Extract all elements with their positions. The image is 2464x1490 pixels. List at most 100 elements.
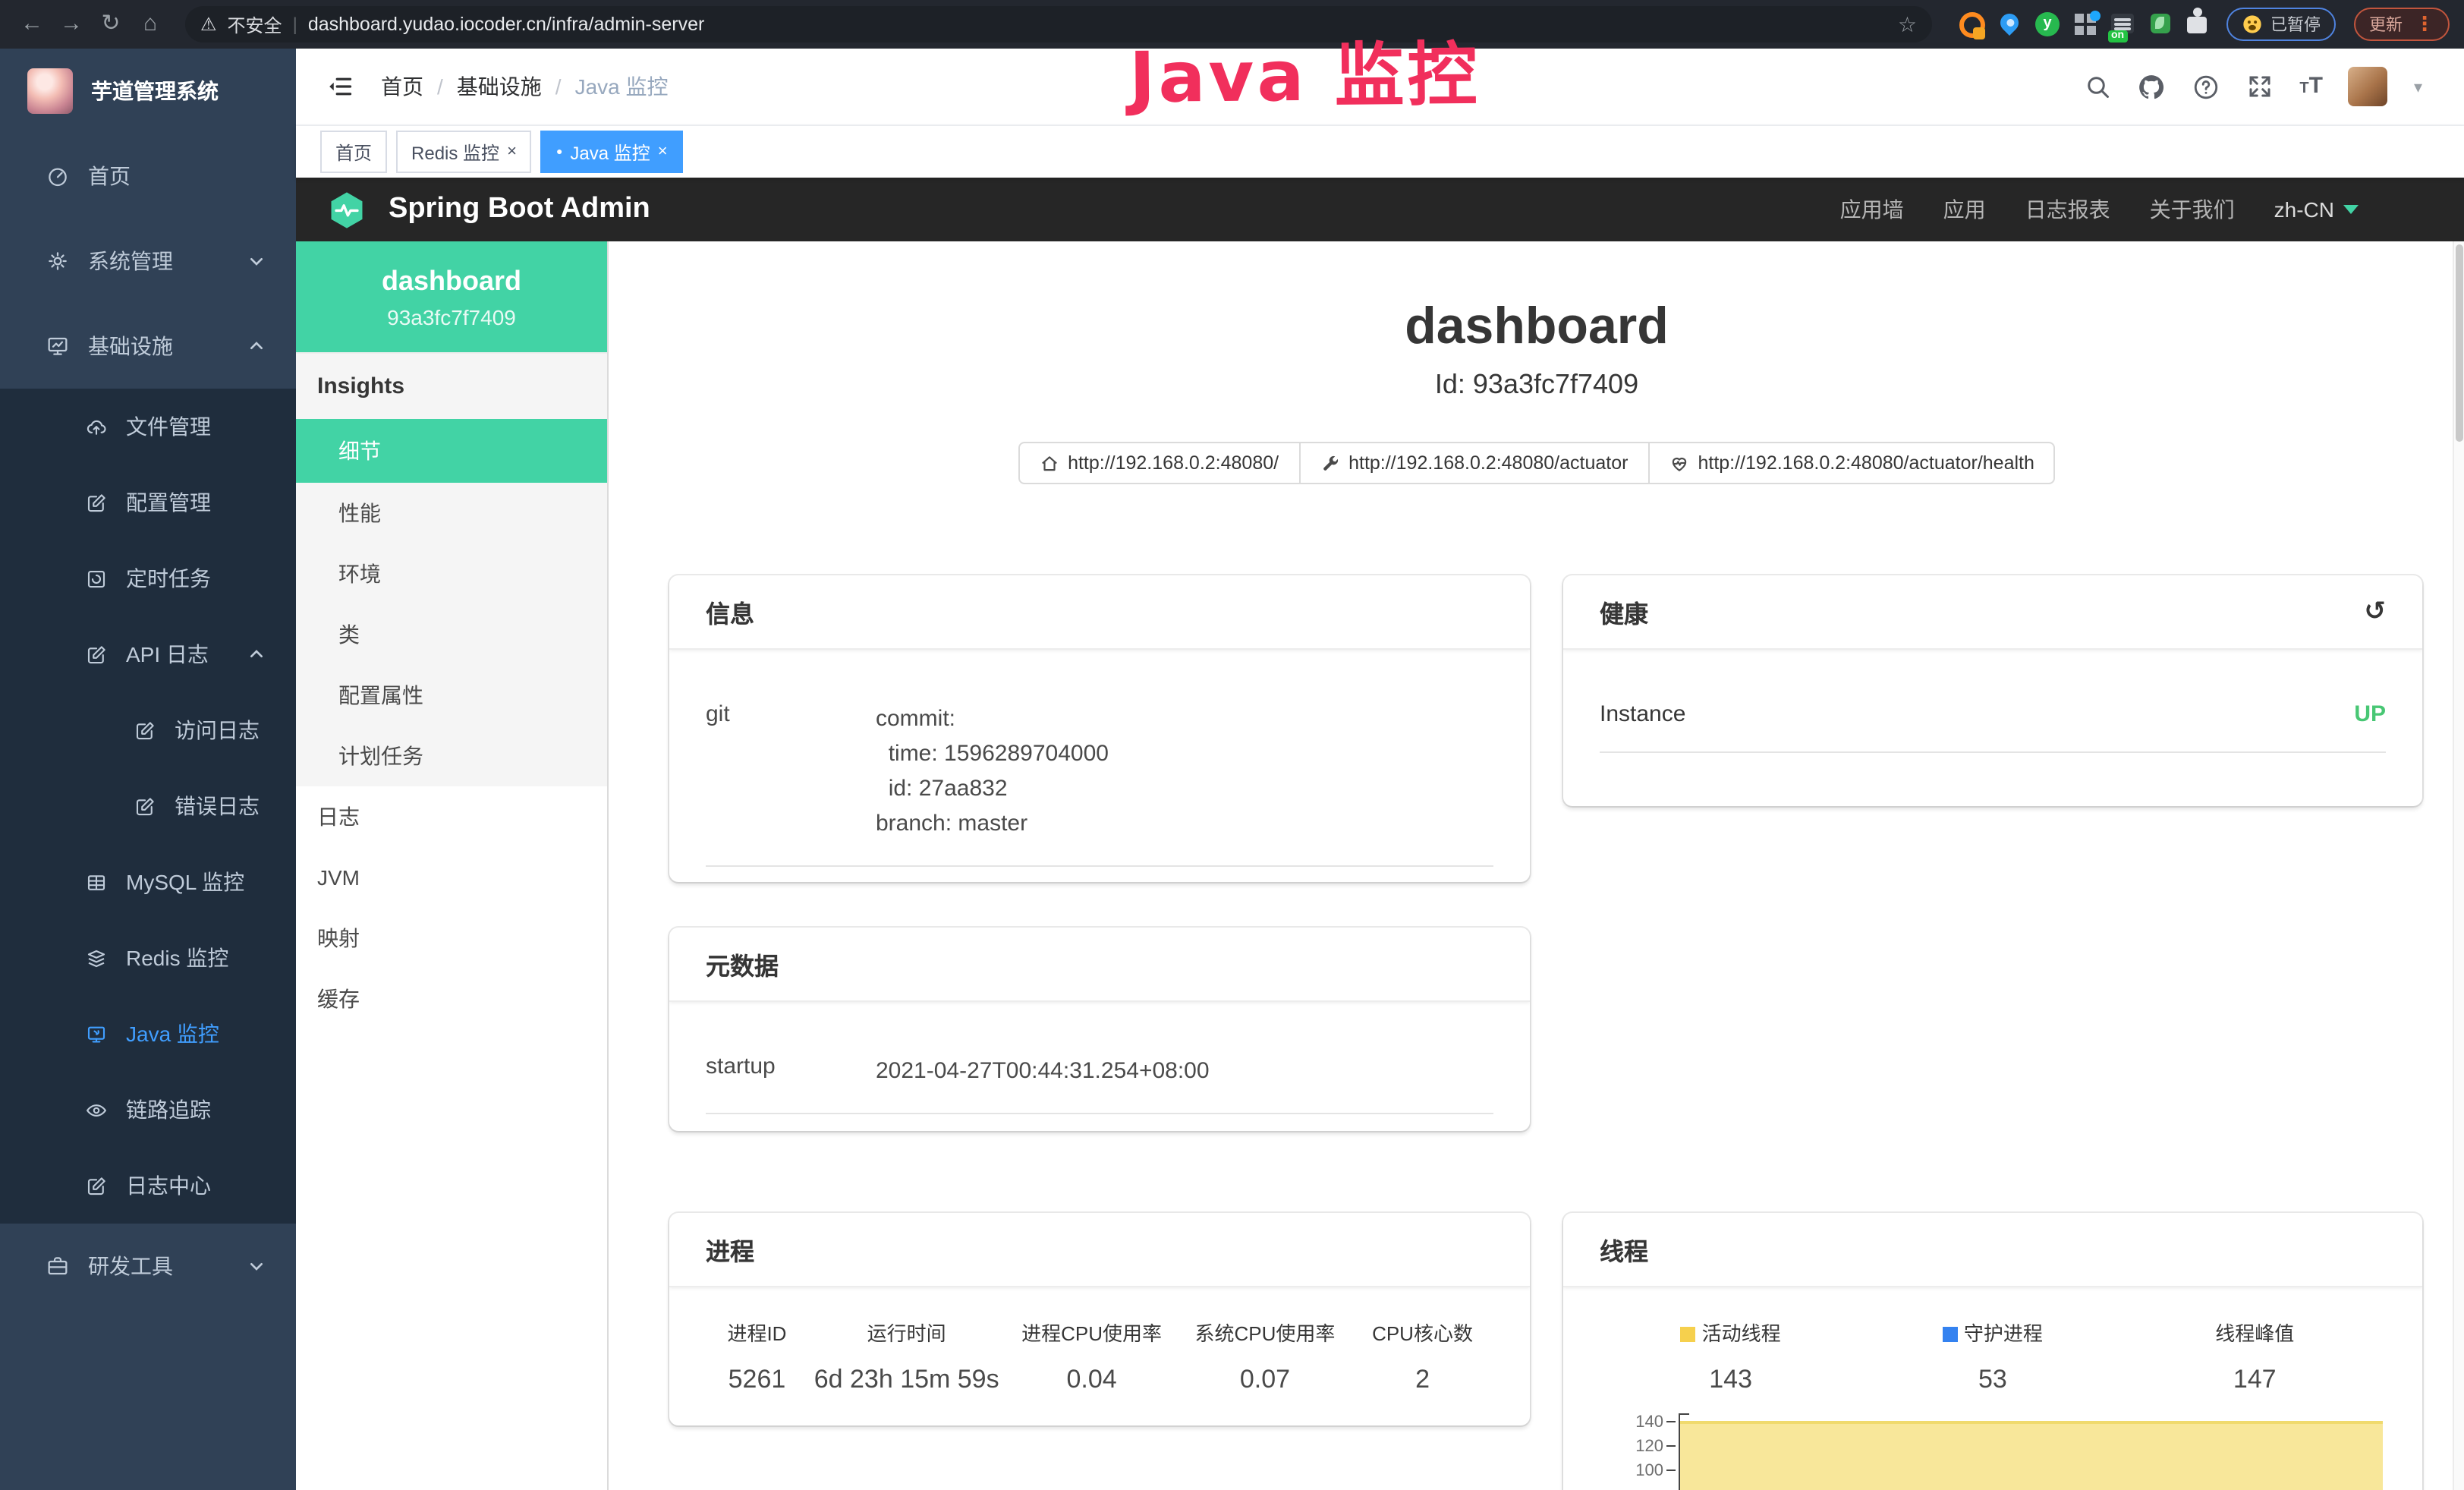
sidebar-item-tracing[interactable]: 链路追踪 [0,1072,296,1148]
process-value-system-cpu: 0.07 [1179,1365,1352,1395]
y-tick-120: 120 [1635,1438,1663,1456]
sba-menu-group-insights[interactable]: Insights [296,352,607,419]
sba-menu-jvm[interactable]: JVM [296,847,607,908]
browser-reload-icon[interactable]: ↻ [94,6,127,43]
eyedropper-extension-icon[interactable] [1959,12,1984,36]
switch-extension-icon[interactable]: on [2111,12,2135,36]
process-header-pid: 进程ID [706,1318,808,1347]
cloud-upload-icon [85,415,108,438]
user-menu-caret-icon[interactable]: ▾ [2414,77,2422,96]
tag-home[interactable]: 首页 [320,131,387,173]
help-icon[interactable] [2192,72,2220,101]
live-threads-area-series [1680,1421,2383,1490]
chevron-up-icon [244,642,269,666]
security-label[interactable]: 不安全 [228,11,282,37]
sba-locale-value: zh-CN [2274,197,2334,222]
sba-nav-about[interactable]: 关于我们 [2150,194,2235,225]
close-icon[interactable]: × [507,143,517,161]
sidebar-item-system-mgmt[interactable]: 系统管理 [0,219,296,304]
briefcase-icon [46,1254,70,1278]
sba-nav-journal[interactable]: 日志报表 [2025,194,2110,225]
breadcrumb-infrastructure[interactable]: 基础设施 [457,71,542,102]
sidebar-item-error-log[interactable]: 错误日志 [0,768,296,844]
history-icon[interactable]: ↺ [2365,597,2387,627]
sidebar-fold-icon[interactable] [326,73,354,100]
y-extension-icon[interactable]: y [2035,12,2060,36]
search-icon[interactable] [2084,73,2111,100]
sba-menu-caches[interactable]: 缓存 [296,969,607,1029]
browser-update-button[interactable]: 更新 ⋮ [2354,8,2450,41]
font-size-icon[interactable]: TT [2299,73,2323,100]
process-table: 进程ID5261 运行时间6d 23h 15m 59s 进程CPU使用率0.04… [706,1312,1493,1395]
process-card: 进程 进程ID5261 运行时间6d 23h 15m 59s 进程CPU使用率0… [669,1213,1530,1425]
tag-redis-monitor[interactable]: Redis 监控 × [396,131,532,173]
sba-menu-details[interactable]: 细节 [296,419,607,483]
pin-extension-icon[interactable] [1997,12,2022,36]
address-bar[interactable]: ⚠ 不安全 | dashboard.yudao.iocoder.cn/infra… [185,6,1932,43]
browser-menu-icon[interactable]: ⋮ [2415,12,2434,36]
github-icon[interactable] [2137,72,2166,101]
sba-menu-mappings[interactable]: 映射 [296,908,607,969]
legend-live-threads: 活动线程 [1600,1318,1861,1347]
close-icon[interactable]: × [658,143,668,161]
sba-nav-wallboard[interactable]: 应用墙 [1840,194,1904,225]
sba-menu-metrics[interactable]: 性能 [296,483,607,543]
sba-instance-id: 93a3fc7f7409 [305,305,598,329]
leaf-extension-icon[interactable] [2149,12,2173,36]
sidebar-item-label: 首页 [88,161,131,191]
sba-menu-environment[interactable]: 环境 [296,543,607,604]
process-value-cpu-cores: 2 [1352,1365,1493,1395]
instance-actuator-link[interactable]: http://192.168.0.2:48080/actuator [1298,442,1649,484]
browser-back-icon[interactable]: ← [15,6,49,43]
content-scrollbar[interactable] [2453,241,2464,1490]
sidebar-item-config-mgmt[interactable]: 配置管理 [0,465,296,540]
breadcrumb-home[interactable]: 首页 [381,71,423,102]
fullscreen-icon[interactable] [2246,73,2274,100]
sba-menu-scheduled-tasks[interactable]: 计划任务 [296,726,607,786]
sba-menu-classes[interactable]: 类 [296,604,607,665]
sba-menu-configprops[interactable]: 配置属性 [296,665,607,726]
grid-extension-icon[interactable] [2073,12,2097,36]
on-badge: on [2108,30,2127,43]
instance-health-link[interactable]: http://192.168.0.2:48080/actuator/health [1647,442,2055,484]
browser-home-icon[interactable]: ⌂ [134,6,167,43]
sba-menu-logs[interactable]: 日志 [296,786,607,847]
browser-forward-icon[interactable]: → [55,6,88,43]
insecure-warning-icon[interactable]: ⚠ [200,14,217,35]
sba-nav-applications[interactable]: 应用 [1943,194,1986,225]
link-label: http://192.168.0.2:48080/ [1068,452,1279,474]
tag-java-monitor[interactable]: ● Java 监控 × [541,131,683,173]
puzzle-extension-icon[interactable] [2187,12,2211,36]
sidebar-item-scheduled-jobs[interactable]: 定时任务 [0,540,296,616]
sidebar-item-java-monitor[interactable]: Java 监控 [0,996,296,1072]
kv-value: commit: time: 1596289704000 id: 27aa832 … [876,701,1493,841]
sidebar-item-dev-tools[interactable]: 研发工具 [0,1224,296,1309]
app-logo[interactable]: 芋道管理系统 [0,49,296,134]
sba-brand[interactable]: Spring Boot Admin [389,193,1825,226]
sidebar-item-mysql-monitor[interactable]: MySQL 监控 [0,844,296,920]
sba-locale-select[interactable]: zh-CN [2274,197,2359,222]
sidebar-item-access-log[interactable]: 访问日志 [0,692,296,768]
url-text[interactable]: dashboard.yudao.iocoder.cn/infra/admin-s… [308,14,1887,35]
gauge-icon [46,164,70,188]
metadata-card: 元数据 startup 2021-04-27T00:44:31.254+08:0… [669,928,1530,1131]
scrollbar-thumb[interactable] [2456,244,2463,442]
sba-instance-header[interactable]: dashboard 93a3fc7f7409 [296,241,607,352]
sidebar-item-file-mgmt[interactable]: 文件管理 [0,389,296,465]
profile-paused-badge[interactable]: 已暂停 [2226,8,2336,41]
legend-peak-threads-value: 147 [2124,1365,2386,1395]
user-avatar[interactable] [2349,67,2388,106]
sidebar-item-redis-monitor[interactable]: Redis 监控 [0,920,296,996]
sidebar-item-api-log[interactable]: API 日志 [0,616,296,692]
legend-daemon-threads: 守护进程 [1861,1318,2123,1347]
timer-icon [85,567,108,590]
sidebar-item-home[interactable]: 首页 [0,134,296,219]
bookmark-star-icon[interactable]: ☆ [1898,11,1917,37]
sidebar-item-infrastructure[interactable]: 基础设施 [0,304,296,389]
spring-boot-admin-logo-icon[interactable] [326,189,367,230]
kv-label: startup [706,1054,876,1088]
legend-swatch-yellow [1681,1327,1696,1342]
sidebar-item-log-center[interactable]: 日志中心 [0,1148,296,1224]
process-header-system-cpu: 系统CPU使用率 [1179,1318,1352,1347]
instance-home-link[interactable]: http://192.168.0.2:48080/ [1018,442,1300,484]
